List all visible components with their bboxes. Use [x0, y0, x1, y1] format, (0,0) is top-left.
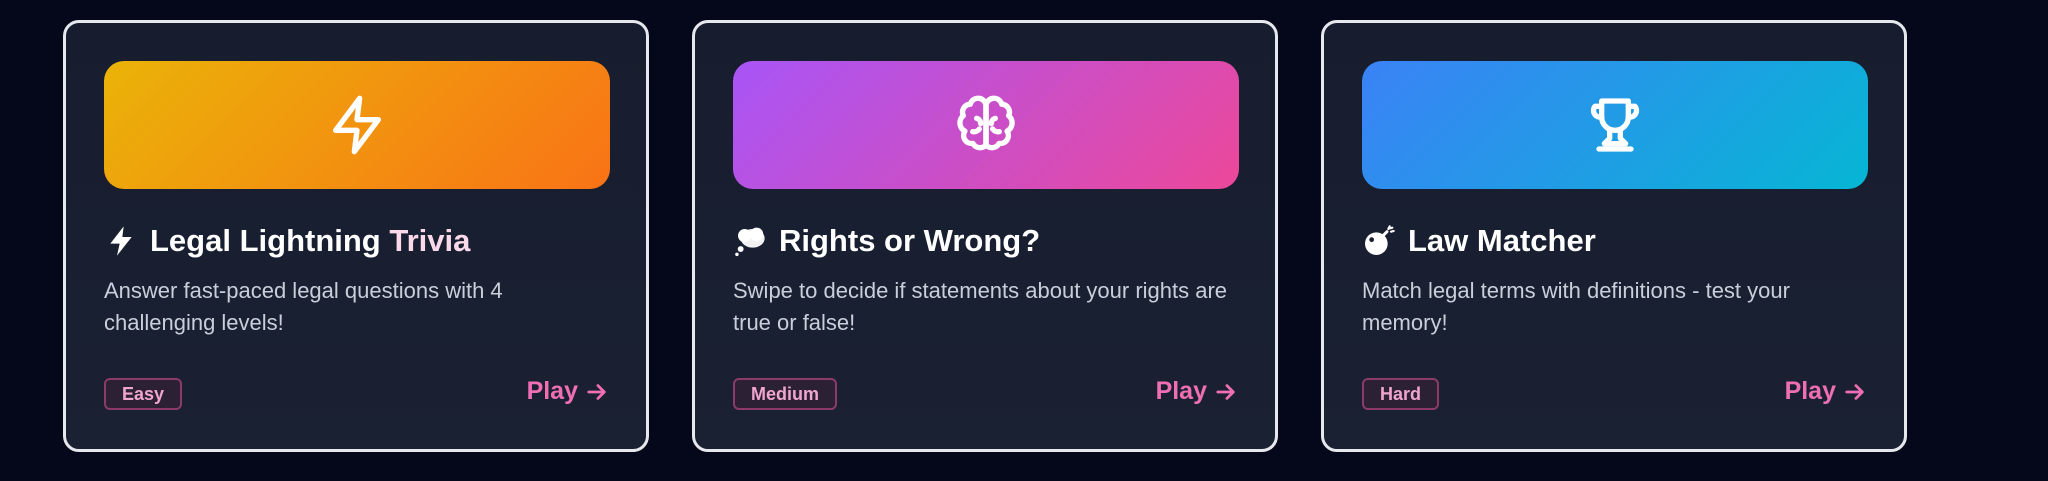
card-title-main: Rights or Wrong? — [779, 223, 1041, 258]
arrow-right-icon — [1216, 383, 1235, 400]
card-title-main: Legal Lightning — [150, 223, 381, 258]
card-title-main: Law Matcher — [1408, 223, 1596, 258]
game-card-rights-or-wrong[interactable]: Rights or Wrong? Swipe to decide if stat… — [692, 20, 1278, 452]
bomb-emoji-icon — [1362, 224, 1396, 258]
trophy-icon — [1590, 98, 1640, 152]
card-title: Rights or Wrong? — [733, 223, 1040, 259]
card-banner — [733, 61, 1239, 189]
play-button[interactable]: Play — [1785, 377, 1866, 406]
card-title-text: Rights or Wrong? — [779, 223, 1040, 259]
card-description: Match legal terms with definitions - tes… — [1362, 278, 1790, 335]
play-label: Play — [1784, 377, 1836, 405]
game-card-legal-lightning-trivia[interactable]: Legal Lightning Trivia Answer fast-paced… — [63, 20, 649, 452]
play-label: Play — [1155, 377, 1207, 405]
card-title-tail: Trivia — [380, 223, 471, 258]
arrow-right-icon — [587, 383, 606, 400]
arrow-right-icon — [1845, 383, 1864, 400]
play-button[interactable]: Play — [527, 377, 608, 406]
difficulty-badge: Medium — [733, 378, 838, 410]
card-banner — [104, 61, 610, 189]
lightning-emoji-icon — [104, 224, 138, 258]
card-title-text: Legal Lightning Trivia — [150, 223, 470, 259]
game-card-law-matcher[interactable]: Law Matcher Match legal terms with defin… — [1321, 20, 1907, 452]
card-description: Answer fast-paced legal questions with 4… — [104, 278, 503, 335]
card-title-text: Law Matcher — [1408, 223, 1596, 259]
thought-bubble-emoji-icon — [733, 224, 767, 258]
card-title: Law Matcher — [1362, 223, 1596, 259]
game-card-grid: Legal Lightning Trivia Answer fast-paced… — [0, 0, 2048, 481]
card-description: Swipe to decide if statements about your… — [733, 278, 1228, 335]
lightning-icon — [333, 95, 381, 155]
brain-icon — [957, 95, 1015, 151]
card-title: Legal Lightning Trivia — [104, 223, 470, 259]
play-label: Play — [526, 377, 578, 405]
play-button[interactable]: Play — [1156, 377, 1237, 406]
difficulty-badge: Hard — [1362, 378, 1440, 410]
difficulty-badge: Easy — [104, 378, 183, 410]
card-banner — [1362, 61, 1868, 189]
